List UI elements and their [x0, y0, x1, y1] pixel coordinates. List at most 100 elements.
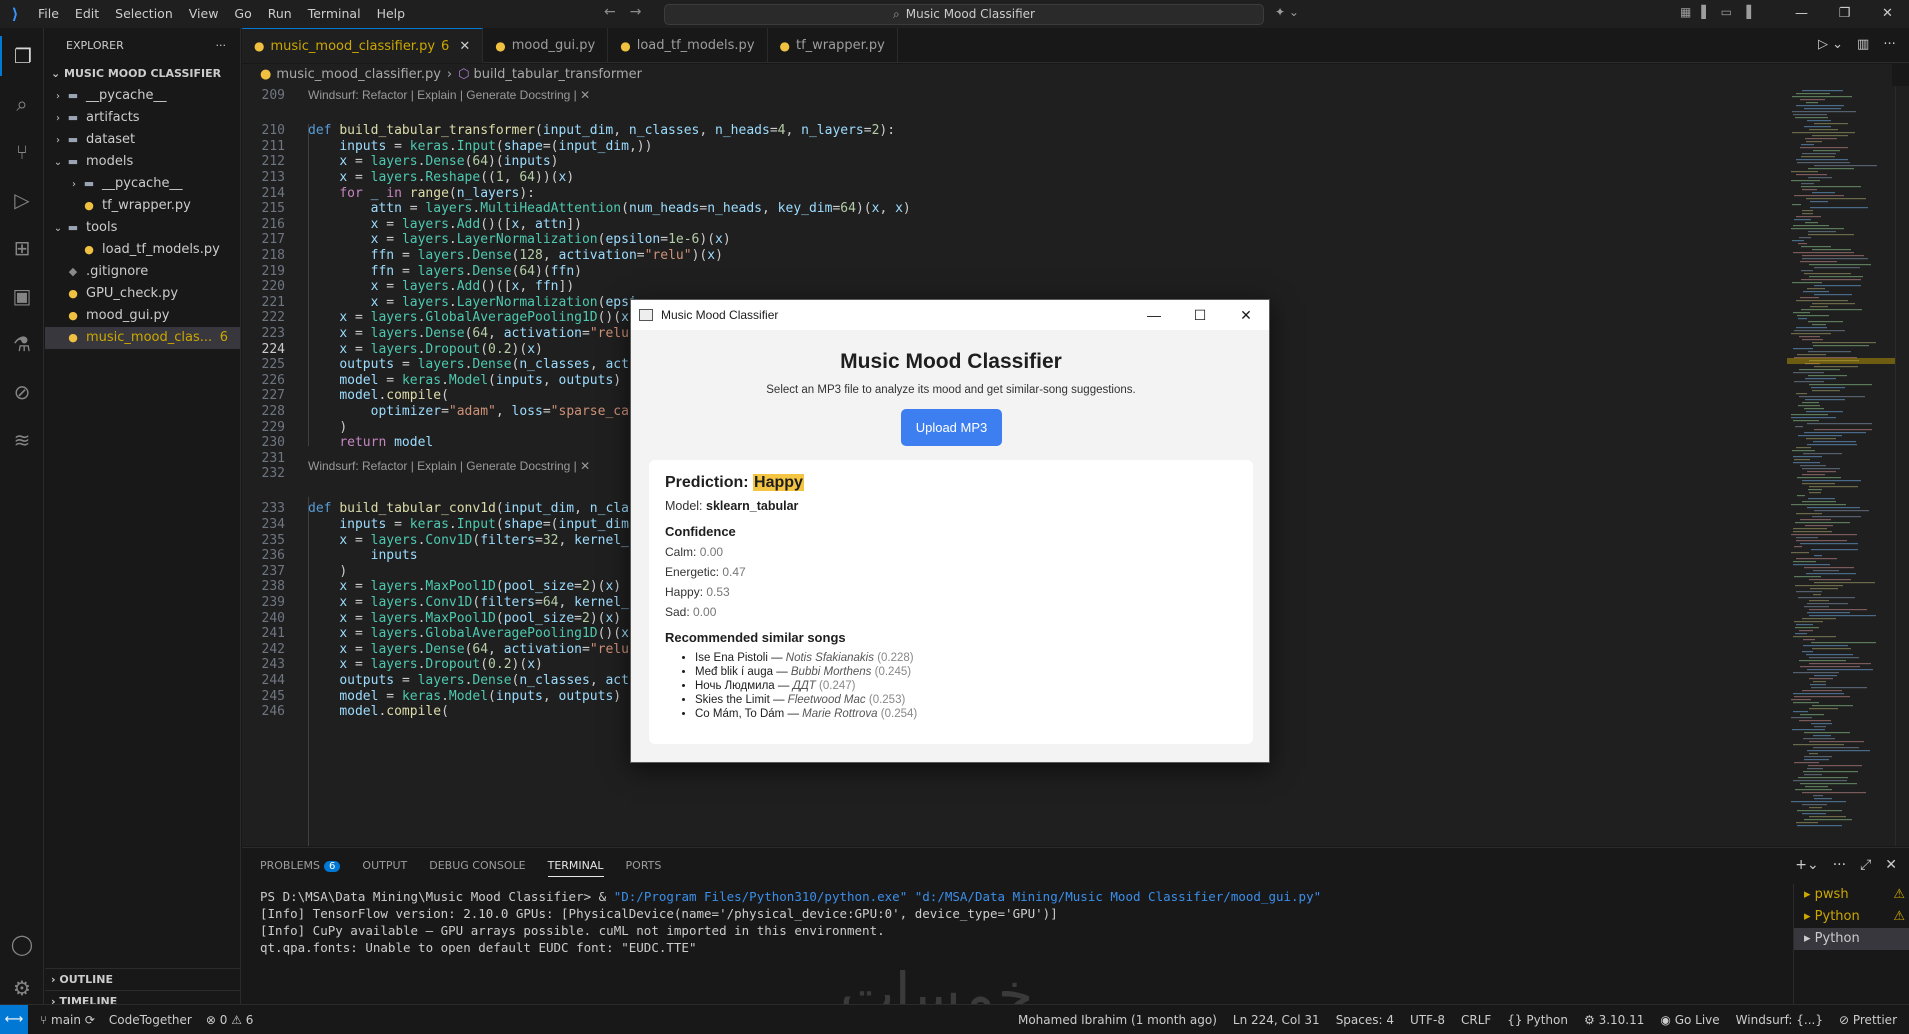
run-debug-icon[interactable]: ▷: [0, 180, 44, 220]
breadcrumb-file[interactable]: music_mood_classifier.py: [276, 67, 441, 82]
minimap-line: [1812, 324, 1826, 326]
tree-item[interactable]: › ▬ __pycache__: [45, 173, 240, 195]
tree-item[interactable]: › ▬ dataset: [45, 129, 240, 151]
run-file-icon[interactable]: ▷ ⌄: [1818, 37, 1843, 52]
toggle-panel-icon[interactable]: ▭: [1721, 5, 1732, 19]
new-terminal-icon[interactable]: +⌄: [1795, 857, 1818, 873]
terminal-instance[interactable]: ▸ pwsh ⚠: [1794, 884, 1909, 906]
minimap-line: [1804, 819, 1852, 821]
tab-load-tf-models-py[interactable]: ● load_tf_models.py: [608, 28, 768, 63]
menu-item-run[interactable]: Run: [260, 0, 300, 28]
codetogether-icon[interactable]: ⊘: [0, 372, 44, 412]
problems-status[interactable]: ⊗ 0 ⚠ 6: [206, 1013, 254, 1027]
windsurf-status[interactable]: Windsurf: {...}: [1736, 1013, 1823, 1027]
panel-tab-problems[interactable]: PROBLEMS 6: [260, 859, 341, 872]
tree-item[interactable]: ⌄ ▬ models: [45, 151, 240, 173]
close-tab-icon[interactable]: ✕: [459, 39, 470, 54]
tree-item[interactable]: ● load_tf_models.py: [45, 239, 240, 261]
maximize-panel-icon[interactable]: ⤢: [1860, 857, 1871, 873]
indentation[interactable]: Spaces: 4: [1336, 1013, 1394, 1027]
menu-item-help[interactable]: Help: [369, 0, 414, 28]
git-blame[interactable]: Mohamed Ibrahim (1 month ago): [1018, 1013, 1217, 1027]
terminal-exe: "D:/Program Files/Python310/python.exe": [613, 889, 908, 904]
more-actions-icon[interactable]: ···: [216, 39, 227, 52]
source-control-icon[interactable]: ⑂: [0, 132, 44, 172]
prettier-status[interactable]: ⊘ Prettier: [1839, 1013, 1897, 1027]
layout-controls: ▦ ▌ ▭ ▐: [1680, 5, 1751, 19]
accounts-icon[interactable]: ◯: [0, 924, 44, 964]
codetogether-status[interactable]: CodeTogether: [109, 1013, 192, 1027]
close-icon[interactable]: ✕: [1223, 300, 1269, 330]
extensions-icon[interactable]: ⊞: [0, 228, 44, 268]
more-actions-icon[interactable]: ···: [1833, 857, 1846, 873]
terminal-instance[interactable]: ▸ Python ⚠: [1794, 906, 1909, 928]
command-center-search[interactable]: ⌕ Music Mood Classifier: [664, 4, 1264, 25]
maximize-icon[interactable]: ☐: [1177, 300, 1223, 330]
minimap-line: [1805, 138, 1837, 140]
menu-item-terminal[interactable]: Terminal: [300, 0, 369, 28]
restore-icon[interactable]: ❐: [1823, 0, 1866, 28]
back-arrow-icon[interactable]: ←: [604, 4, 616, 20]
remote-indicator-icon[interactable]: ⟷: [0, 1004, 28, 1034]
tree-item[interactable]: ⌄ ▬ tools: [45, 217, 240, 239]
menu-item-go[interactable]: Go: [226, 0, 259, 28]
breadcrumb-symbol[interactable]: build_tabular_transformer: [473, 67, 642, 82]
minimap-line: [1805, 525, 1833, 527]
search-icon[interactable]: ⌕: [0, 84, 44, 124]
line-endings[interactable]: CRLF: [1461, 1013, 1491, 1027]
remote-explorer-icon[interactable]: ▣: [0, 276, 44, 316]
close-icon[interactable]: ✕: [1866, 0, 1909, 28]
tree-item[interactable]: › ▬ __pycache__: [45, 85, 240, 107]
tab-tf-wrapper-py[interactable]: ● tf_wrapper.py: [768, 28, 898, 63]
tree-item[interactable]: ◆ .gitignore: [45, 261, 240, 283]
tree-item[interactable]: ● music_mood_clas... 6: [45, 327, 240, 349]
outline-section[interactable]: › OUTLINE: [45, 968, 241, 990]
minimap-line: [1811, 723, 1832, 725]
panel-tab-output[interactable]: OUTPUT: [362, 859, 407, 872]
tree-item[interactable]: › ▬ artifacts: [45, 107, 240, 129]
language-mode[interactable]: {} Python: [1507, 1013, 1568, 1027]
editor-scrollbar[interactable]: [1895, 86, 1909, 846]
menu-item-view[interactable]: View: [181, 0, 227, 28]
toggle-secondary-sidebar-icon[interactable]: ▐: [1742, 5, 1751, 19]
menu-item-edit[interactable]: Edit: [67, 0, 107, 28]
split-editor-icon[interactable]: ▥: [1857, 37, 1869, 52]
minimize-icon[interactable]: —: [1131, 300, 1177, 330]
panel-tab-ports[interactable]: PORTS: [626, 859, 662, 872]
toggle-sidebar-icon[interactable]: ▌: [1701, 5, 1710, 19]
customize-layout-icon[interactable]: ▦: [1680, 5, 1691, 19]
minimap[interactable]: [1787, 86, 1895, 846]
close-panel-icon[interactable]: ✕: [1885, 857, 1897, 873]
terminal-output[interactable]: PS D:\MSA\Data Mining\Music Mood Classif…: [260, 888, 1770, 956]
workspace-root[interactable]: ⌄ MUSIC MOOD CLASSIFIER: [45, 63, 240, 85]
copilot-icon[interactable]: ✦ ⌄: [1275, 5, 1299, 19]
settings-gear-icon[interactable]: ⚙: [0, 968, 44, 1008]
python-interpreter[interactable]: ⚙ 3.10.11: [1584, 1013, 1644, 1027]
minimap-line: [1804, 756, 1832, 758]
minimap-line: [1807, 612, 1850, 614]
panel-tab-terminal[interactable]: TERMINAL: [547, 859, 604, 877]
forward-arrow-icon[interactable]: →: [630, 4, 642, 20]
menu-item-selection[interactable]: Selection: [107, 0, 181, 28]
go-live[interactable]: ◉ Go Live: [1660, 1013, 1719, 1027]
tree-item[interactable]: ● tf_wrapper.py: [45, 195, 240, 217]
encoding[interactable]: UTF-8: [1410, 1013, 1445, 1027]
minimize-icon[interactable]: —: [1780, 0, 1823, 28]
menu-item-file[interactable]: File: [30, 0, 67, 28]
song-item: Co Mám, To Dám — Marie Rottrova (0.254): [695, 707, 1237, 721]
tree-item[interactable]: ● GPU_check.py: [45, 283, 240, 305]
terminal-instance[interactable]: ▸ Python: [1794, 928, 1909, 950]
tab-mood-gui-py[interactable]: ● mood_gui.py: [483, 28, 609, 63]
tab-music-mood-classifier-py[interactable]: ● music_mood_classifier.py 6 ✕: [242, 28, 484, 63]
python-file-icon: ●: [68, 331, 78, 344]
upload-mp3-button[interactable]: Upload MP3: [901, 409, 1002, 446]
cursor-position[interactable]: Ln 224, Col 31: [1233, 1013, 1320, 1027]
panel-tabs: PROBLEMS 6 OUTPUT DEBUG CONSOLE TERMINAL PORT…: [260, 848, 661, 883]
panel-tab-debug-console[interactable]: DEBUG CONSOLE: [429, 859, 525, 872]
more-actions-icon[interactable]: ···: [1883, 37, 1895, 52]
windsurf-icon[interactable]: ≋: [0, 420, 44, 460]
tree-item[interactable]: ● mood_gui.py: [45, 305, 240, 327]
testing-icon[interactable]: ⚗: [0, 324, 44, 364]
git-branch[interactable]: ⑂ main ⟳: [40, 1013, 95, 1027]
explorer-icon[interactable]: ❐: [0, 36, 44, 76]
